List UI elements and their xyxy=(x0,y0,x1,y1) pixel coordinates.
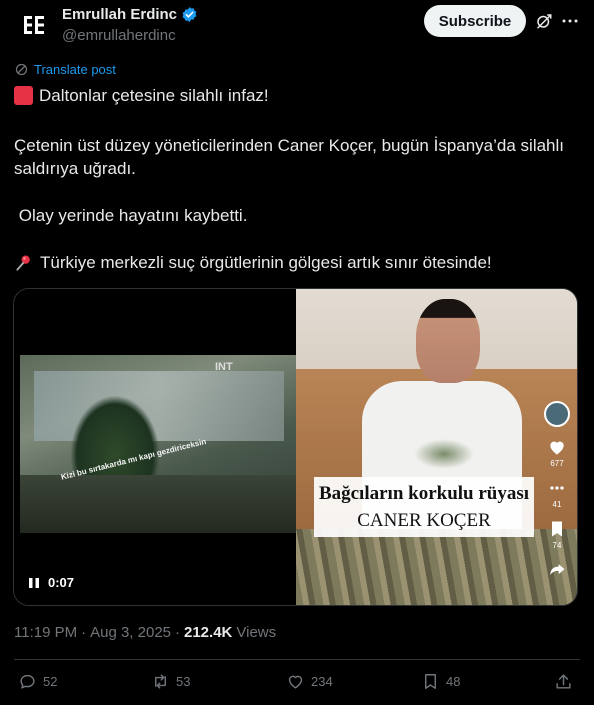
post-line-4-text: Türkiye merkezli suç örgütlerinin gölges… xyxy=(40,253,492,272)
meta-separator: · xyxy=(81,624,87,641)
views-label: Views xyxy=(236,624,277,641)
video-ground xyxy=(20,475,297,533)
translate-label[interactable]: Translate post xyxy=(34,62,116,77)
video-controls[interactable]: 0:07 xyxy=(28,575,74,590)
image-side-avatar xyxy=(544,401,570,427)
share-button[interactable] xyxy=(554,672,573,691)
subscribe-button[interactable]: Subscribe xyxy=(424,5,526,37)
image-bookmark-icon xyxy=(552,521,562,537)
image-comment-icon xyxy=(550,486,564,490)
video-sign-text: INT xyxy=(215,361,233,373)
more-options-icon[interactable] xyxy=(561,12,579,30)
image-heart-icon xyxy=(550,441,564,455)
bookmark-count: 48 xyxy=(446,674,461,689)
image-shirt-print xyxy=(414,439,474,469)
post-meta: 11:19 PM · Aug 3, 2025 · 212.4K Views xyxy=(14,624,276,641)
reply-button[interactable]: 52 xyxy=(18,672,57,691)
avatar[interactable] xyxy=(15,6,53,44)
post-time[interactable]: 11:19 PM xyxy=(14,624,77,641)
post-header: Emrullah Erdinc @emrullaherdinc Subscrib… xyxy=(0,0,594,60)
views-count: 212.4K xyxy=(184,624,233,641)
pushpin-emoji-icon xyxy=(16,255,30,271)
pause-icon[interactable] xyxy=(28,577,40,589)
repost-button[interactable]: 53 xyxy=(151,672,190,691)
image-thumbnail[interactable]: Bağcıların korkulu rüyası CANER KOÇER 67… xyxy=(296,289,577,605)
post-line-3-text: Olay yerinde hayatını kaybetti. xyxy=(18,206,248,225)
like-button[interactable]: 234 xyxy=(286,672,333,691)
meta-separator-2: · xyxy=(175,624,180,641)
translate-post-link[interactable]: Translate post xyxy=(14,62,116,77)
logo-icon xyxy=(24,16,44,34)
post-line-1: Daltonlar çetesine silahlı infaz! xyxy=(14,84,580,107)
heart-icon xyxy=(288,675,303,689)
repost-count: 53 xyxy=(176,674,191,689)
repost-icon xyxy=(155,674,166,689)
translate-icon xyxy=(15,63,28,76)
image-money-pile xyxy=(296,529,577,605)
image-bookmark-count: 74 xyxy=(552,541,562,550)
video-time: 0:07 xyxy=(48,575,75,590)
image-comment-count: 41 xyxy=(552,500,562,509)
grok-icon[interactable] xyxy=(535,12,553,30)
red-square-emoji-icon xyxy=(14,86,33,105)
display-name[interactable]: Emrullah Erdinc xyxy=(62,6,177,23)
video-player[interactable]: INT Kizi bu sırtakarda mı kapı gezdirice… xyxy=(14,289,297,605)
divider xyxy=(14,659,580,660)
post-line-2: Çetenin üst düzey yöneticilerinden Caner… xyxy=(14,136,565,178)
image-like-count: 677 xyxy=(550,459,564,468)
image-share-icon xyxy=(550,564,565,575)
video-frame[interactable]: INT Kizi bu sırtakarda mı kapı gezdirice… xyxy=(20,355,297,533)
reply-count: 52 xyxy=(43,674,58,689)
post-line-4: Türkiye merkezli suç örgütlerinin gölges… xyxy=(14,251,580,274)
post-line-3: Olay yerinde hayatını kaybetti. xyxy=(14,204,580,227)
post-date[interactable]: Aug 3, 2025 xyxy=(90,624,171,641)
verified-badge-icon xyxy=(182,7,197,22)
share-icon xyxy=(556,674,571,689)
image-caption-line-2: CANER KOÇER xyxy=(357,510,491,531)
image-caption-line-1: Bağcıların korkulu rüyası xyxy=(318,483,530,504)
image-side-icons: 677 41 74 xyxy=(544,401,570,580)
image-person-head xyxy=(416,299,480,383)
bookmark-icon xyxy=(425,674,436,689)
media-grid[interactable]: INT Kizi bu sırtakarda mı kapı gezdirice… xyxy=(13,288,578,606)
bookmark-button[interactable]: 48 xyxy=(421,672,460,691)
author-name-row[interactable]: Emrullah Erdinc xyxy=(62,6,198,23)
reply-icon xyxy=(20,674,35,689)
like-count: 234 xyxy=(311,674,333,689)
author-handle[interactable]: @emrullaherdinc xyxy=(62,27,176,44)
action-bar: 52 53 234 48 xyxy=(0,672,594,700)
post-line-1-text: Daltonlar çetesine silahlı infaz! xyxy=(39,86,269,105)
